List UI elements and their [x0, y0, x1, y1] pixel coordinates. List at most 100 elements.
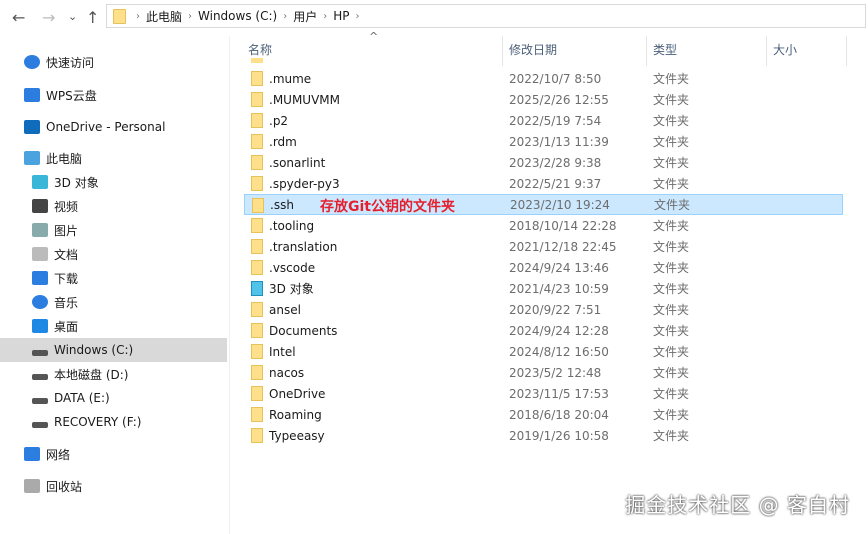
file-date: 2022/10/7 8:50	[509, 71, 602, 86]
address-bar[interactable]: › 此电脑 › Windows (C:) › 用户 › HP ›	[106, 4, 866, 28]
file-type: 文件夹	[653, 282, 690, 296]
sidebar-item[interactable]: 快速访问	[0, 50, 227, 74]
file-row[interactable]: 3D 对象 2021/4/23 10:59 文件夹	[244, 278, 843, 299]
file-row[interactable]: Intel 2024/8/12 16:50 文件夹	[244, 341, 843, 362]
column-divider[interactable]	[766, 36, 767, 66]
file-row[interactable]: .mume 2022/10/7 8:50 文件夹	[244, 68, 843, 89]
file-date: 2020/9/22 7:51	[509, 302, 602, 317]
folder-icon	[251, 113, 263, 128]
file-name: .p2	[269, 113, 289, 128]
file-type: 文件夹	[654, 198, 691, 212]
file-type: 文件夹	[653, 261, 690, 275]
file-row[interactable]: .p2 2022/5/19 7:54 文件夹	[244, 110, 843, 131]
column-type[interactable]: 类型	[653, 41, 677, 58]
file-row[interactable]: .sonarlint 2023/2/28 9:38 文件夹	[244, 152, 843, 173]
sidebar-item[interactable]: RECOVERY (F:)	[0, 410, 227, 434]
breadcrumb-c-drive[interactable]: Windows (C:)	[198, 9, 277, 23]
sidebar-item-label: WPS云盘	[46, 88, 97, 103]
file-row[interactable]: ansel 2020/9/22 7:51 文件夹	[244, 299, 843, 320]
sidebar-item-label: 本地磁盘 (D:)	[54, 367, 129, 382]
drive-icon	[32, 422, 48, 428]
sidebar-item[interactable]: OneDrive - Personal	[0, 115, 227, 139]
column-divider[interactable]	[846, 36, 847, 66]
sidebar-item[interactable]: WPS云盘	[0, 83, 227, 107]
sidebar-item[interactable]: 视频	[0, 194, 227, 218]
desktop-icon	[32, 319, 48, 333]
breadcrumb-hp[interactable]: HP	[333, 9, 349, 23]
sidebar-item-label: 网络	[46, 447, 71, 462]
sidebar-item[interactable]: DATA (E:)	[0, 386, 227, 410]
file-row[interactable]: OneDrive 2023/11/5 17:53 文件夹	[244, 383, 843, 404]
drive-icon	[32, 398, 48, 404]
file-row[interactable]: Documents 2024/9/24 12:28 文件夹	[244, 320, 843, 341]
column-size[interactable]: 大小	[773, 41, 797, 58]
file-name: nacos	[269, 365, 305, 380]
sidebar-item[interactable]: 回收站	[0, 474, 227, 498]
back-button[interactable]: ←	[12, 8, 25, 27]
sidebar-item-label: 此电脑	[46, 151, 83, 166]
file-date: 2023/2/28 9:38	[509, 155, 602, 170]
file-date: 2025/2/26 12:55	[509, 92, 609, 107]
sidebar-item-label: Windows (C:)	[54, 343, 134, 357]
file-type: 文件夹	[653, 93, 690, 107]
sidebar-item-label: 下载	[54, 271, 79, 286]
sidebar-item-label: 视频	[54, 199, 79, 214]
file-row[interactable]: Roaming 2018/6/18 20:04 文件夹	[244, 404, 843, 425]
file-row[interactable]: nacos 2023/5/2 12:48 文件夹	[244, 362, 843, 383]
file-type: 文件夹	[653, 345, 690, 359]
file-type: 文件夹	[653, 156, 690, 170]
file-name: ansel	[269, 302, 301, 317]
sidebar-item[interactable]: 本地磁盘 (D:)	[0, 362, 227, 386]
folder-icon	[251, 344, 263, 359]
star-icon	[24, 55, 40, 69]
folder-icon	[251, 71, 263, 86]
file-row[interactable]: .rdm 2023/1/13 11:39 文件夹	[244, 131, 843, 152]
folder-icon	[251, 218, 263, 233]
column-divider[interactable]	[502, 36, 503, 66]
file-name: .tooling	[269, 218, 315, 233]
file-row[interactable]: .tooling 2018/10/14 22:28 文件夹	[244, 215, 843, 236]
file-row[interactable]: Typeeasy 2019/1/26 10:58 文件夹	[244, 425, 843, 446]
sidebar-item-label: 回收站	[46, 479, 83, 494]
column-name[interactable]: 名称	[248, 41, 272, 58]
file-name: .mume	[269, 71, 312, 86]
file-row[interactable]: .MUMUVMM 2025/2/26 12:55 文件夹	[244, 89, 843, 110]
folder-icon	[113, 8, 126, 24]
sidebar-item[interactable]: 此电脑	[0, 146, 227, 170]
file-date: 2023/11/5 17:53	[509, 386, 609, 401]
column-header: ^ 名称 修改日期 类型 大小	[244, 30, 854, 66]
sidebar-item[interactable]: 网络	[0, 442, 227, 466]
document-icon	[32, 247, 48, 261]
file-name: .MUMUVMM	[269, 92, 341, 107]
recent-locations-button[interactable]: ⌄	[68, 10, 77, 23]
chevron-right-icon: ›	[188, 10, 193, 22]
file-date: 2018/10/14 22:28	[509, 218, 617, 233]
sidebar-item-label: 快速访问	[46, 55, 95, 70]
sidebar-item-label: OneDrive - Personal	[46, 120, 166, 134]
column-date[interactable]: 修改日期	[509, 41, 557, 58]
file-name: Documents	[269, 323, 338, 338]
file-date: 2018/6/18 20:04	[509, 407, 609, 422]
up-button[interactable]: ↑	[86, 8, 99, 27]
file-name: .translation	[269, 239, 338, 254]
sidebar-item[interactable]: 音乐	[0, 290, 227, 314]
recycle-bin-icon	[24, 479, 40, 493]
file-row[interactable]: .translation 2021/12/18 22:45 文件夹	[244, 236, 843, 257]
chevron-right-icon: ›	[283, 10, 288, 22]
sidebar-item[interactable]: Windows (C:)	[0, 338, 227, 362]
file-row[interactable]: .spyder-py3 2022/5/21 9:37 文件夹	[244, 173, 843, 194]
file-name: .sonarlint	[269, 155, 326, 170]
sidebar-item[interactable]: 桌面	[0, 314, 227, 338]
forward-button[interactable]: →	[42, 8, 55, 27]
sidebar-item[interactable]: 文档	[0, 242, 227, 266]
column-divider[interactable]	[646, 36, 647, 66]
breadcrumb-users[interactable]: 用户	[293, 8, 317, 25]
sidebar-item[interactable]: 下载	[0, 266, 227, 290]
sidebar-item[interactable]: 图片	[0, 218, 227, 242]
sort-ascending-icon: ^	[369, 30, 379, 43]
breadcrumb-this-pc[interactable]: 此电脑	[146, 8, 182, 25]
sidebar-item[interactable]: 3D 对象	[0, 170, 227, 194]
navigation-pane: 快速访问 WPS云盘 OneDrive - Personal 此电脑 3D 对象视频图片…	[0, 36, 230, 534]
network-icon	[24, 447, 40, 461]
file-row[interactable]: .vscode 2024/9/24 13:46 文件夹	[244, 257, 843, 278]
